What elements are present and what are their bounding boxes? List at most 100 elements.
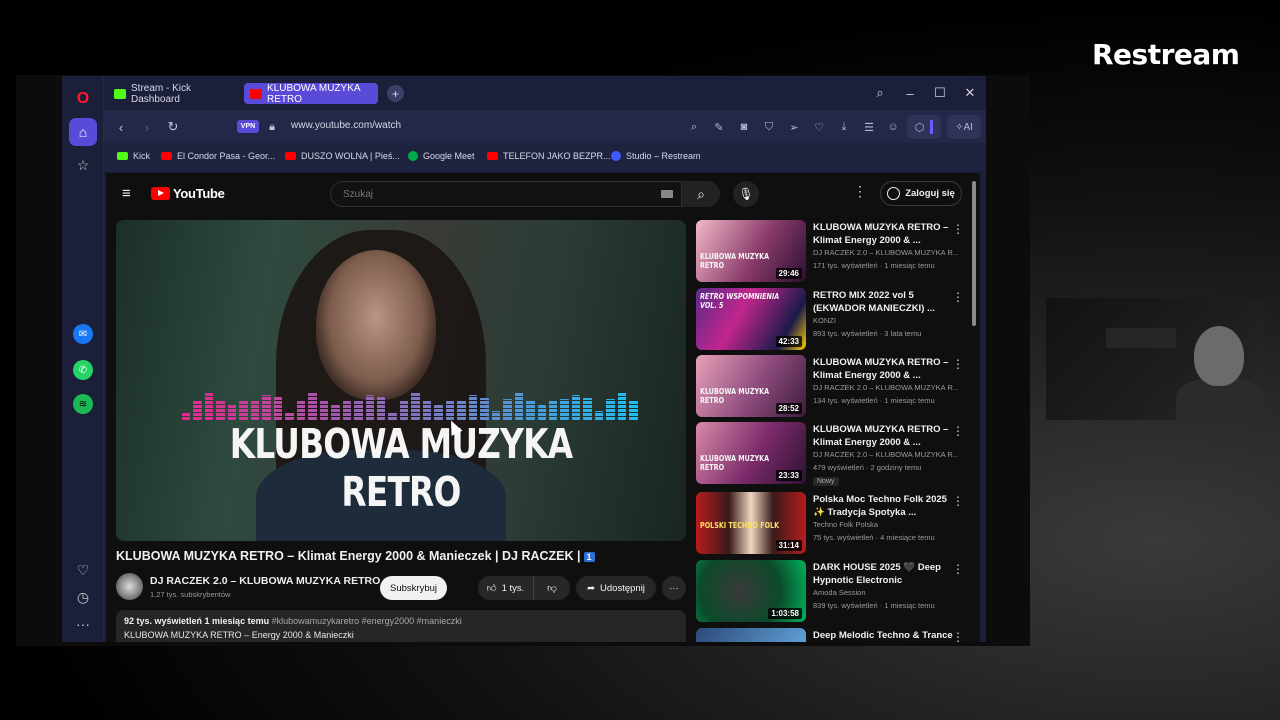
share-button[interactable]: ➦ Udostępnij bbox=[576, 576, 656, 600]
thumbs-down-icon: 👎︎ bbox=[547, 583, 557, 594]
hamburger-menu-icon[interactable]: ≡ bbox=[122, 185, 131, 202]
equalizer-bar bbox=[514, 392, 524, 420]
list-item[interactable]: KLUBOWA MUZYKA RETRO 29:46 KLUBOWA MUZYKA… bbox=[696, 220, 968, 282]
video-thumbnail[interactable]: POLSKI TECHNO FOLK 31:14 bbox=[696, 492, 806, 554]
whatsapp-icon[interactable]: ✆ bbox=[73, 360, 93, 380]
reload-icon[interactable]: ↻ bbox=[164, 118, 182, 136]
rec-menu-icon[interactable]: ⋮ bbox=[952, 494, 964, 508]
bookmark-google-meet[interactable]: Google Meet bbox=[408, 151, 475, 161]
forward-icon[interactable]: › bbox=[138, 118, 156, 136]
rec-menu-icon[interactable]: ⋮ bbox=[952, 222, 964, 236]
voice-search-icon[interactable]: 🎙︎ bbox=[733, 181, 759, 207]
rec-title[interactable]: KLUBOWA MUZYKA RETRO – Klimat Energy 200… bbox=[813, 356, 953, 382]
more-actions-icon[interactable]: ··· bbox=[662, 576, 686, 600]
youtube-wordmark: YouTube bbox=[173, 186, 225, 201]
duration-badge: 1:03:58 bbox=[768, 608, 802, 619]
heart-icon[interactable]: ♡ bbox=[811, 119, 827, 135]
lock-icon[interactable]: 🔒︎ bbox=[263, 118, 281, 136]
bookmark-kick[interactable]: Kick bbox=[117, 151, 150, 161]
video-thumbnail[interactable]: RETRO WSPOMNIENIA VOL. 5 42:33 bbox=[696, 288, 806, 350]
find-icon[interactable]: ⌕ bbox=[686, 119, 702, 135]
tab-klubowa-muzyka[interactable]: KLUBOWA MUZYKA RETRO bbox=[244, 83, 378, 105]
video-thumbnail[interactable]: KLUBOWA MUZYKA RETRO 29:46 bbox=[696, 220, 806, 282]
rec-channel[interactable]: Amoda Session bbox=[813, 588, 958, 597]
list-item[interactable]: KLUBOWA MUZYKA RETRO 23:33 KLUBOWA MUZYKA… bbox=[696, 422, 968, 486]
rec-channel[interactable]: DJ RACZEK 2.0 – KLUBOWA MUZYKA R... bbox=[813, 450, 958, 459]
page-scrollbar[interactable] bbox=[972, 181, 976, 326]
bookmark-duszo-wolna[interactable]: DUSZO WOLNA | Pieś... bbox=[285, 151, 400, 161]
home-icon[interactable]: ⌂ bbox=[69, 118, 97, 146]
shield-icon[interactable]: ⛉ bbox=[761, 119, 777, 135]
search-tabs-icon[interactable]: ⌕ bbox=[870, 83, 890, 103]
heart-icon[interactable]: ♡ bbox=[69, 556, 97, 584]
rec-title[interactable]: Deep Melodic Techno & Trance bbox=[813, 629, 953, 642]
url-field[interactable]: www.youtube.com/watch bbox=[291, 120, 401, 131]
like-button[interactable]: 👍︎ 1 tys. bbox=[478, 576, 534, 600]
dislike-button[interactable]: 👎︎ bbox=[534, 576, 570, 600]
bookmark-el-condor[interactable]: El Condor Pasa - Geor... bbox=[161, 151, 275, 161]
rec-channel[interactable]: KONZI bbox=[813, 316, 958, 325]
description-box[interactable]: 92 tys. wyświetleń 1 miesiąc temu #klubo… bbox=[116, 610, 686, 642]
channel-avatar[interactable] bbox=[116, 573, 143, 600]
rec-menu-icon[interactable]: ⋮ bbox=[952, 357, 964, 371]
rec-title[interactable]: Polska Moc Techno Folk 2025 ✨ Tradycja S… bbox=[813, 493, 953, 519]
rec-menu-icon[interactable]: ⋮ bbox=[952, 562, 964, 576]
video-player[interactable]: KLUBOWA MUZYKA RETRO bbox=[116, 220, 686, 541]
equalizer-bar bbox=[399, 400, 409, 420]
rec-menu-icon[interactable]: ⋮ bbox=[952, 424, 964, 438]
send-icon[interactable]: ➢ bbox=[786, 119, 802, 135]
video-thumbnail[interactable] bbox=[696, 628, 806, 642]
channel-name[interactable]: DJ RACZEK 2.0 – KLUBOWA MUZYKA RETRO bbox=[150, 575, 380, 587]
subscribe-button[interactable]: Subskrybuj bbox=[380, 576, 447, 600]
vpn-badge[interactable]: VPN bbox=[237, 120, 259, 133]
rec-title[interactable]: KLUBOWA MUZYKA RETRO – Klimat Energy 200… bbox=[813, 423, 953, 449]
keyboard-icon[interactable] bbox=[661, 190, 673, 198]
download-icon[interactable]: ⤓ bbox=[836, 119, 852, 135]
list-item[interactable]: POLSKI TECHNO FOLK 31:14 Polska Moc Techn… bbox=[696, 492, 968, 554]
rec-channel[interactable]: Techno Folk Polska bbox=[813, 520, 958, 529]
spotify-icon[interactable]: ≋ bbox=[73, 394, 93, 414]
close-icon[interactable]: ✕ bbox=[960, 83, 980, 103]
opera-logo-icon[interactable]: O bbox=[69, 85, 97, 113]
tab-kick-dashboard[interactable]: Stream - Kick Dashboard bbox=[108, 83, 238, 105]
camera-icon[interactable]: ◙ bbox=[736, 119, 752, 135]
messenger-icon[interactable]: ✉ bbox=[73, 324, 93, 344]
minimize-icon[interactable]: – bbox=[900, 83, 920, 103]
history-clock-icon[interactable]: ◷ bbox=[69, 583, 97, 611]
video-thumbnail[interactable]: KLUBOWA MUZYKA RETRO 23:33 bbox=[696, 422, 806, 484]
more-dots-icon[interactable]: ··· bbox=[69, 610, 97, 638]
rec-menu-icon[interactable]: ⋮ bbox=[952, 290, 964, 304]
back-icon[interactable]: ‹ bbox=[112, 118, 130, 136]
rec-channel[interactable]: DJ RACZEK 2.0 – KLUBOWA MUZYKA R... bbox=[813, 248, 958, 257]
menu-lines-icon[interactable]: ☰ bbox=[861, 119, 877, 135]
list-item[interactable]: KLUBOWA MUZYKA RETRO 28:52 KLUBOWA MUZYKA… bbox=[696, 355, 968, 417]
video-thumbnail[interactable]: KLUBOWA MUZYKA RETRO 28:52 bbox=[696, 355, 806, 417]
settings-kebab-icon[interactable]: ⋮ bbox=[853, 183, 867, 200]
video-thumbnail[interactable]: 1:03:58 bbox=[696, 560, 806, 622]
bookmark-restream-studio[interactable]: Studio – Restream bbox=[611, 151, 701, 161]
search-button[interactable]: ⌕ bbox=[682, 181, 720, 207]
signin-button[interactable]: Zaloguj się bbox=[880, 181, 962, 206]
list-item[interactable]: 1:03:58 DARK HOUSE 2025 🖤 Deep Hypnotic … bbox=[696, 560, 968, 622]
rec-title[interactable]: DARK HOUSE 2025 🖤 Deep Hypnotic Electron… bbox=[813, 561, 953, 587]
ai-button[interactable]: ✧ AI bbox=[947, 115, 981, 139]
list-item[interactable]: Deep Melodic Techno & Trance ⋮ bbox=[696, 628, 968, 642]
rec-menu-icon[interactable]: ⋮ bbox=[952, 630, 964, 642]
bookmark-star-icon[interactable]: ☆ bbox=[69, 151, 97, 179]
extensions-icon[interactable]: ⬡ bbox=[907, 115, 941, 139]
search-input[interactable] bbox=[331, 182, 651, 206]
rec-title[interactable]: RETRO MIX 2022 vol 5 (EKWADOR MANIECZKI)… bbox=[813, 289, 953, 315]
rec-title[interactable]: KLUBOWA MUZYKA RETRO – Klimat Energy 200… bbox=[813, 221, 953, 247]
rec-channel[interactable]: DJ RACZEK 2.0 – KLUBOWA MUZYKA R... bbox=[813, 383, 958, 392]
maximize-icon[interactable]: ☐ bbox=[930, 83, 950, 103]
list-item[interactable]: RETRO WSPOMNIENIA VOL. 5 42:33 RETRO MIX … bbox=[696, 288, 968, 350]
new-tab-button[interactable]: + bbox=[387, 85, 404, 102]
bookmark-telefon[interactable]: TELEFON JAKO BEZPR... bbox=[487, 151, 611, 161]
hashtags[interactable]: #klubowamuzykaretro #energy2000 #maniecz… bbox=[272, 616, 462, 626]
thumbnail-text: POLSKI TECHNO FOLK bbox=[700, 521, 780, 530]
edit-icon[interactable]: ✎ bbox=[711, 119, 727, 135]
google-meet-icon bbox=[408, 151, 418, 161]
youtube-favicon-icon bbox=[161, 152, 172, 160]
youtube-logo[interactable]: YouTube bbox=[151, 186, 225, 201]
profile-icon[interactable]: ☺ bbox=[885, 119, 901, 135]
